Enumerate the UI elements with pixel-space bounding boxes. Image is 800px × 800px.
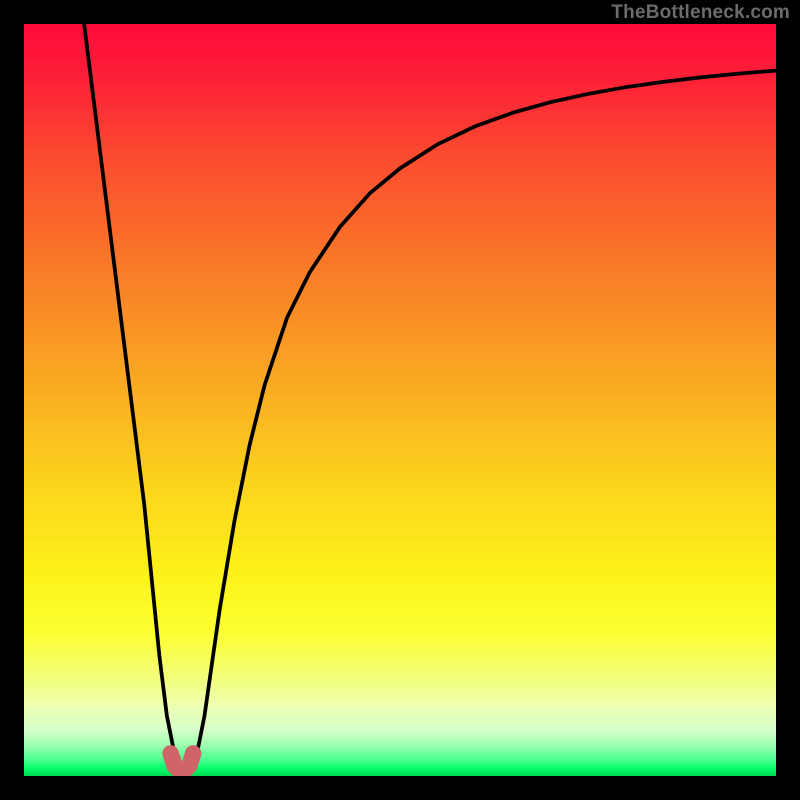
watermark-text: TheBottleneck.com [611,2,790,24]
bottleneck-curve [84,24,776,768]
chart-svg [24,24,776,776]
chart-frame: TheBottleneck.com [0,0,800,800]
optimal-marker [171,753,194,770]
plot-area [24,24,776,776]
